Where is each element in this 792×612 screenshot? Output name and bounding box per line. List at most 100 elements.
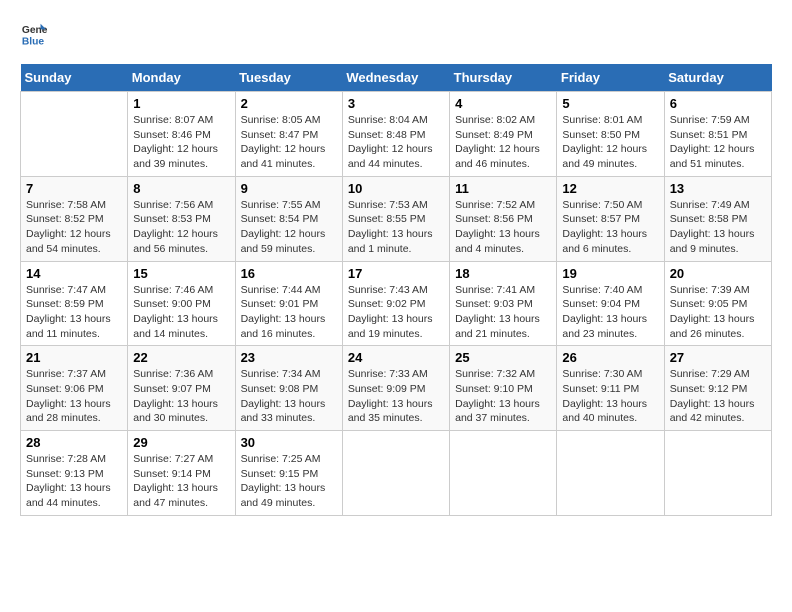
- day-number: 21: [26, 350, 122, 365]
- day-number: 8: [133, 181, 229, 196]
- day-info: Sunrise: 7:27 AMSunset: 9:14 PMDaylight:…: [133, 453, 218, 509]
- day-number: 25: [455, 350, 551, 365]
- day-info: Sunrise: 7:32 AMSunset: 9:10 PMDaylight:…: [455, 368, 540, 424]
- day-info: Sunrise: 7:25 AMSunset: 9:15 PMDaylight:…: [241, 453, 326, 509]
- header-row: SundayMondayTuesdayWednesdayThursdayFrid…: [21, 64, 772, 92]
- day-number: 14: [26, 266, 122, 281]
- week-row-0: 1 Sunrise: 8:07 AMSunset: 8:46 PMDayligh…: [21, 92, 772, 177]
- day-cell: 7 Sunrise: 7:58 AMSunset: 8:52 PMDayligh…: [21, 176, 128, 261]
- day-number: 3: [348, 96, 444, 111]
- day-info: Sunrise: 7:29 AMSunset: 9:12 PMDaylight:…: [670, 368, 755, 424]
- day-info: Sunrise: 7:50 AMSunset: 8:57 PMDaylight:…: [562, 199, 647, 255]
- day-info: Sunrise: 7:55 AMSunset: 8:54 PMDaylight:…: [241, 199, 326, 255]
- day-number: 30: [241, 435, 337, 450]
- day-number: 10: [348, 181, 444, 196]
- day-cell: [342, 431, 449, 516]
- day-info: Sunrise: 7:37 AMSunset: 9:06 PMDaylight:…: [26, 368, 111, 424]
- day-cell: 21 Sunrise: 7:37 AMSunset: 9:06 PMDaylig…: [21, 346, 128, 431]
- svg-text:Blue: Blue: [22, 36, 45, 47]
- day-cell: 2 Sunrise: 8:05 AMSunset: 8:47 PMDayligh…: [235, 92, 342, 177]
- day-cell: 13 Sunrise: 7:49 AMSunset: 8:58 PMDaylig…: [664, 176, 771, 261]
- day-cell: 6 Sunrise: 7:59 AMSunset: 8:51 PMDayligh…: [664, 92, 771, 177]
- week-row-3: 21 Sunrise: 7:37 AMSunset: 9:06 PMDaylig…: [21, 346, 772, 431]
- day-cell: 9 Sunrise: 7:55 AMSunset: 8:54 PMDayligh…: [235, 176, 342, 261]
- day-cell: 14 Sunrise: 7:47 AMSunset: 8:59 PMDaylig…: [21, 261, 128, 346]
- day-cell: 30 Sunrise: 7:25 AMSunset: 9:15 PMDaylig…: [235, 431, 342, 516]
- calendar-body: 1 Sunrise: 8:07 AMSunset: 8:46 PMDayligh…: [21, 92, 772, 516]
- logo-icon: General Blue: [20, 20, 48, 48]
- day-info: Sunrise: 7:41 AMSunset: 9:03 PMDaylight:…: [455, 284, 540, 340]
- day-number: 27: [670, 350, 766, 365]
- day-cell: 29 Sunrise: 7:27 AMSunset: 9:14 PMDaylig…: [128, 431, 235, 516]
- day-cell: 20 Sunrise: 7:39 AMSunset: 9:05 PMDaylig…: [664, 261, 771, 346]
- day-cell: 11 Sunrise: 7:52 AMSunset: 8:56 PMDaylig…: [450, 176, 557, 261]
- day-cell: 1 Sunrise: 8:07 AMSunset: 8:46 PMDayligh…: [128, 92, 235, 177]
- day-number: 19: [562, 266, 658, 281]
- day-number: 11: [455, 181, 551, 196]
- day-info: Sunrise: 7:53 AMSunset: 8:55 PMDaylight:…: [348, 199, 433, 255]
- day-cell: 18 Sunrise: 7:41 AMSunset: 9:03 PMDaylig…: [450, 261, 557, 346]
- day-info: Sunrise: 8:07 AMSunset: 8:46 PMDaylight:…: [133, 114, 218, 170]
- day-info: Sunrise: 7:47 AMSunset: 8:59 PMDaylight:…: [26, 284, 111, 340]
- day-cell: [21, 92, 128, 177]
- day-cell: 3 Sunrise: 8:04 AMSunset: 8:48 PMDayligh…: [342, 92, 449, 177]
- day-cell: 12 Sunrise: 7:50 AMSunset: 8:57 PMDaylig…: [557, 176, 664, 261]
- week-row-1: 7 Sunrise: 7:58 AMSunset: 8:52 PMDayligh…: [21, 176, 772, 261]
- day-info: Sunrise: 7:28 AMSunset: 9:13 PMDaylight:…: [26, 453, 111, 509]
- day-cell: 16 Sunrise: 7:44 AMSunset: 9:01 PMDaylig…: [235, 261, 342, 346]
- week-row-2: 14 Sunrise: 7:47 AMSunset: 8:59 PMDaylig…: [21, 261, 772, 346]
- day-cell: 26 Sunrise: 7:30 AMSunset: 9:11 PMDaylig…: [557, 346, 664, 431]
- day-number: 24: [348, 350, 444, 365]
- day-number: 2: [241, 96, 337, 111]
- day-info: Sunrise: 8:05 AMSunset: 8:47 PMDaylight:…: [241, 114, 326, 170]
- week-row-4: 28 Sunrise: 7:28 AMSunset: 9:13 PMDaylig…: [21, 431, 772, 516]
- day-cell: 28 Sunrise: 7:28 AMSunset: 9:13 PMDaylig…: [21, 431, 128, 516]
- header-cell-sunday: Sunday: [21, 64, 128, 92]
- day-number: 5: [562, 96, 658, 111]
- day-info: Sunrise: 7:40 AMSunset: 9:04 PMDaylight:…: [562, 284, 647, 340]
- day-info: Sunrise: 7:59 AMSunset: 8:51 PMDaylight:…: [670, 114, 755, 170]
- day-info: Sunrise: 7:56 AMSunset: 8:53 PMDaylight:…: [133, 199, 218, 255]
- day-cell: 10 Sunrise: 7:53 AMSunset: 8:55 PMDaylig…: [342, 176, 449, 261]
- day-info: Sunrise: 8:01 AMSunset: 8:50 PMDaylight:…: [562, 114, 647, 170]
- day-cell: 8 Sunrise: 7:56 AMSunset: 8:53 PMDayligh…: [128, 176, 235, 261]
- day-cell: 4 Sunrise: 8:02 AMSunset: 8:49 PMDayligh…: [450, 92, 557, 177]
- header-cell-tuesday: Tuesday: [235, 64, 342, 92]
- day-info: Sunrise: 7:43 AMSunset: 9:02 PMDaylight:…: [348, 284, 433, 340]
- day-cell: 22 Sunrise: 7:36 AMSunset: 9:07 PMDaylig…: [128, 346, 235, 431]
- day-number: 4: [455, 96, 551, 111]
- svg-text:General: General: [22, 25, 48, 36]
- calendar-table: SundayMondayTuesdayWednesdayThursdayFrid…: [20, 64, 772, 516]
- day-number: 22: [133, 350, 229, 365]
- day-number: 9: [241, 181, 337, 196]
- day-number: 13: [670, 181, 766, 196]
- day-cell: 17 Sunrise: 7:43 AMSunset: 9:02 PMDaylig…: [342, 261, 449, 346]
- day-cell: [664, 431, 771, 516]
- day-number: 29: [133, 435, 229, 450]
- day-cell: 19 Sunrise: 7:40 AMSunset: 9:04 PMDaylig…: [557, 261, 664, 346]
- day-info: Sunrise: 7:36 AMSunset: 9:07 PMDaylight:…: [133, 368, 218, 424]
- day-number: 28: [26, 435, 122, 450]
- day-info: Sunrise: 7:49 AMSunset: 8:58 PMDaylight:…: [670, 199, 755, 255]
- day-info: Sunrise: 7:52 AMSunset: 8:56 PMDaylight:…: [455, 199, 540, 255]
- day-cell: [450, 431, 557, 516]
- header: General Blue: [20, 20, 772, 48]
- day-info: Sunrise: 7:39 AMSunset: 9:05 PMDaylight:…: [670, 284, 755, 340]
- header-cell-thursday: Thursday: [450, 64, 557, 92]
- logo: General Blue: [20, 20, 52, 48]
- day-info: Sunrise: 8:02 AMSunset: 8:49 PMDaylight:…: [455, 114, 540, 170]
- calendar-header: SundayMondayTuesdayWednesdayThursdayFrid…: [21, 64, 772, 92]
- day-number: 18: [455, 266, 551, 281]
- day-info: Sunrise: 7:46 AMSunset: 9:00 PMDaylight:…: [133, 284, 218, 340]
- day-info: Sunrise: 7:58 AMSunset: 8:52 PMDaylight:…: [26, 199, 111, 255]
- day-info: Sunrise: 7:34 AMSunset: 9:08 PMDaylight:…: [241, 368, 326, 424]
- day-number: 6: [670, 96, 766, 111]
- day-cell: 23 Sunrise: 7:34 AMSunset: 9:08 PMDaylig…: [235, 346, 342, 431]
- day-info: Sunrise: 7:33 AMSunset: 9:09 PMDaylight:…: [348, 368, 433, 424]
- day-number: 17: [348, 266, 444, 281]
- day-cell: 25 Sunrise: 7:32 AMSunset: 9:10 PMDaylig…: [450, 346, 557, 431]
- header-cell-saturday: Saturday: [664, 64, 771, 92]
- day-number: 26: [562, 350, 658, 365]
- day-cell: 27 Sunrise: 7:29 AMSunset: 9:12 PMDaylig…: [664, 346, 771, 431]
- header-cell-friday: Friday: [557, 64, 664, 92]
